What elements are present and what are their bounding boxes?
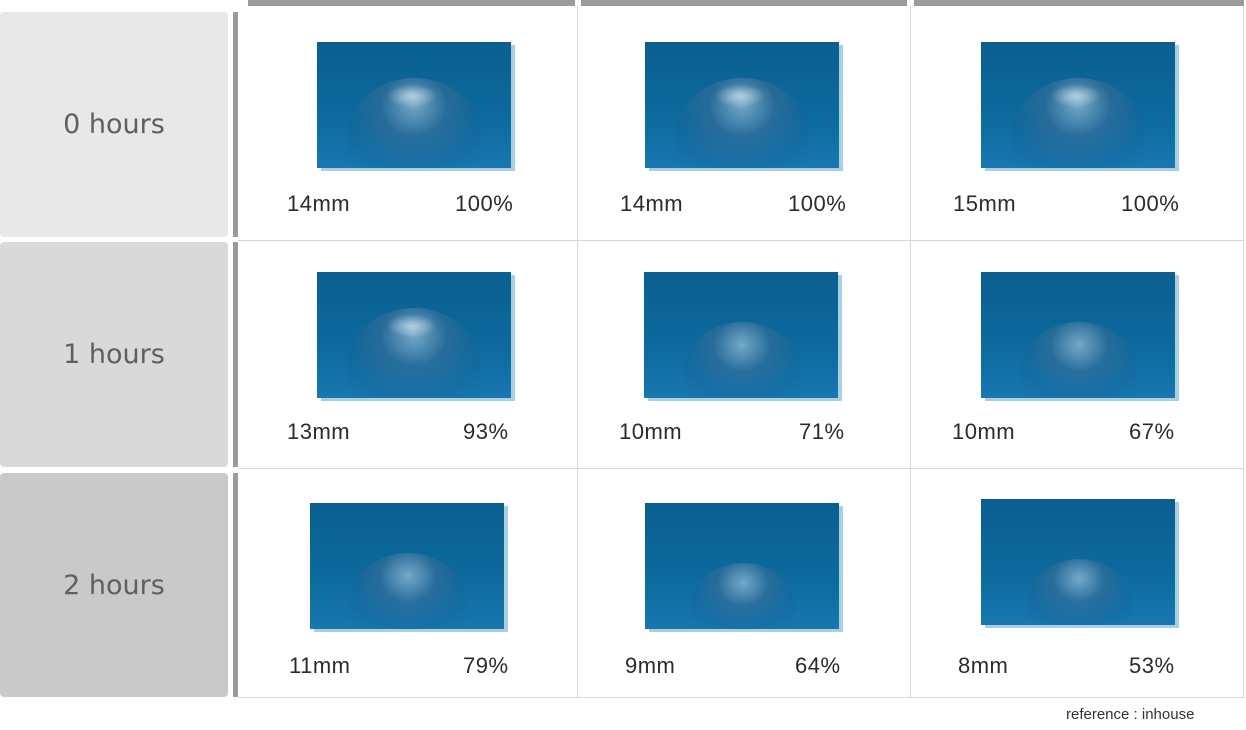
- row-label-1-hours: 1 hours: [0, 242, 228, 467]
- cell-r0-c1: 14mm 100%: [578, 6, 910, 240]
- row-accent-bar: [233, 242, 238, 467]
- water-droplet-photo: [981, 499, 1175, 625]
- row-accent-bar: [233, 12, 238, 237]
- cell-r1-c2: 10mm 67%: [911, 241, 1243, 468]
- cell-r0-c2: 15mm 100%: [911, 6, 1243, 240]
- droplet-size: 13mm: [287, 419, 351, 444]
- cell-r1-c1: 10mm 71%: [578, 241, 910, 468]
- cell-r2-c2: 8mm 53%: [911, 469, 1243, 697]
- cell-r1-c0: 13mm 93%: [244, 241, 577, 468]
- droplet-size: 15mm: [953, 191, 1017, 216]
- water-droplet-photo: [645, 503, 839, 629]
- droplet-size: 8mm: [958, 653, 1009, 678]
- droplet-percent: 100%: [1121, 191, 1180, 216]
- droplet-percent: 53%: [1129, 653, 1175, 678]
- water-droplet-photo: [981, 42, 1175, 168]
- droplet-size: 10mm: [619, 419, 683, 444]
- droplet-size: 9mm: [625, 653, 676, 678]
- droplet-percent: 64%: [795, 653, 841, 678]
- droplet-percent: 93%: [463, 419, 509, 444]
- water-droplet-photo: [981, 272, 1175, 398]
- cell-r0-c0: 14mm 100%: [244, 6, 577, 240]
- grid-divider-v3: [1243, 6, 1244, 698]
- row-label-0-hours: 0 hours: [0, 12, 228, 237]
- water-droplet-photo: [645, 42, 839, 168]
- droplet-size: 14mm: [287, 191, 351, 216]
- water-droplet-photo: [644, 272, 838, 398]
- grid-divider-h3: [238, 697, 1244, 698]
- row-label-2-hours: 2 hours: [0, 473, 228, 697]
- water-droplet-photo: [317, 272, 511, 398]
- droplet-percent: 79%: [463, 653, 509, 678]
- droplet-percent: 71%: [799, 419, 845, 444]
- cell-r2-c0: 11mm 79%: [244, 469, 577, 697]
- droplet-size: 11mm: [289, 653, 351, 678]
- droplet-percent: 100%: [788, 191, 847, 216]
- droplet-size: 14mm: [620, 191, 684, 216]
- reference-note: reference : inhouse: [1066, 706, 1195, 723]
- water-droplet-photo: [317, 42, 511, 168]
- droplet-size: 10mm: [952, 419, 1016, 444]
- water-droplet-photo: [310, 503, 504, 629]
- droplet-percent: 100%: [455, 191, 514, 216]
- cell-r2-c1: 9mm 64%: [578, 469, 910, 697]
- row-accent-bar: [233, 473, 238, 697]
- droplet-percent: 67%: [1129, 419, 1175, 444]
